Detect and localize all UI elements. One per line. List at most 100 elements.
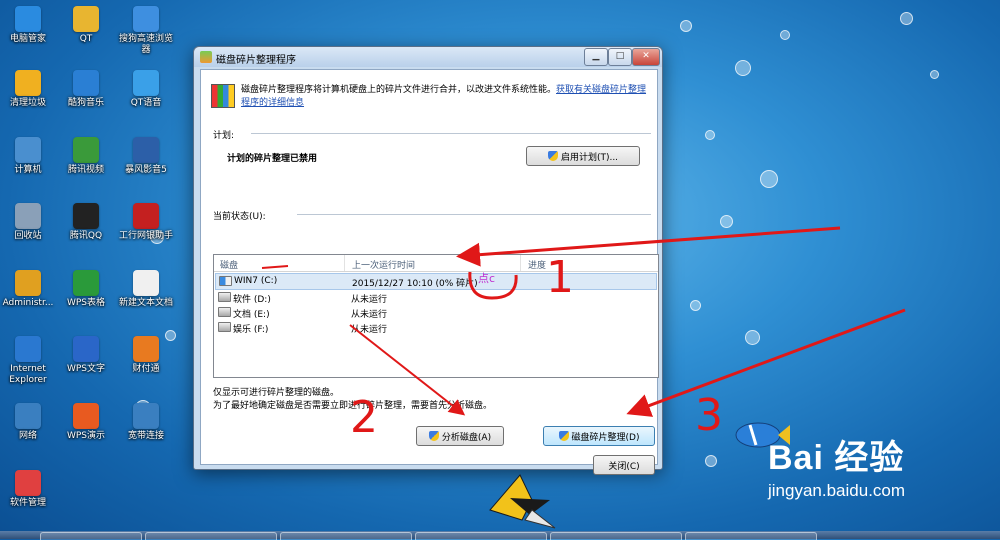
window-description: 磁盘碎片整理程序将计算机硬盘上的碎片文件进行合并，以改进文件系统性能。获取有关磁… [241, 84, 651, 110]
annotation-number-3: 3 [695, 390, 723, 441]
desktop-icon[interactable]: 暴风影音5 [116, 137, 176, 176]
enable-schedule-button[interactable]: 启用计划(T)... [526, 146, 640, 166]
title-bar[interactable]: 磁盘碎片整理程序 ▁ □ ✕ [194, 47, 662, 67]
drive-icon [218, 322, 231, 332]
schedule-label: 计划: [213, 131, 235, 141]
desktop-icon[interactable]: WPS表格 [56, 270, 116, 309]
bubble [690, 300, 701, 311]
desktop-icon[interactable]: 计算机 [0, 137, 58, 176]
desktop-icon-label: 清理垃圾 [9, 98, 46, 108]
current-status-label: 当前状态(U): [213, 212, 266, 222]
disk-name: 文档 (E:) [233, 310, 270, 320]
bubble [760, 170, 778, 188]
desktop-icon-label: 腾讯视频 [67, 165, 104, 175]
defrag-app-icon [200, 51, 212, 63]
desktop-icon[interactable]: 腾讯QQ [56, 203, 116, 242]
uac-shield-icon [547, 151, 558, 161]
desktop-icon[interactable]: 清理垃圾 [0, 70, 58, 109]
bubble [680, 20, 692, 32]
desktop-icon-label: WPS表格 [66, 298, 106, 308]
defrag-disk-button[interactable]: 磁盘碎片整理(D) [543, 426, 655, 446]
desktop-icon[interactable]: 工行网银助手 [116, 203, 176, 242]
desktop-app-icon [15, 203, 41, 229]
desktop-icon[interactable]: WPS文字 [56, 336, 116, 375]
desktop-icon[interactable]: 搜狗高速浏览器 [116, 6, 176, 56]
desktop-icon[interactable]: 新建文本文档 [116, 270, 176, 309]
desktop-icon[interactable]: 财付通 [116, 336, 176, 375]
desktop-icon[interactable]: Administr... [0, 270, 58, 309]
desktop-app-icon [15, 70, 41, 96]
desktop-icon-label: QT [79, 34, 93, 44]
desktop-icon-label: WPS演示 [66, 431, 106, 441]
bubble [720, 215, 733, 228]
analyze-disk-label: 分析磁盘(A) [441, 432, 492, 443]
disk-name: WIN7 (C:) [234, 276, 278, 286]
desktop-icon-label: 回收站 [14, 231, 42, 241]
desktop-icon-label: 计算机 [14, 165, 42, 175]
desktop-app-icon [73, 6, 99, 32]
desktop-icon-label: Internet Explorer [9, 364, 47, 385]
desktop-icon-label: 宽带连接 [127, 431, 164, 441]
disk-row-e[interactable]: 文档 (E:) 从未运行 [215, 305, 657, 320]
col-progress[interactable]: 进度 [528, 258, 546, 271]
desktop-icon-label: 腾讯QQ [69, 231, 103, 241]
desktop-app-icon [133, 270, 159, 296]
disk-row-f[interactable]: 娱乐 (F:) 从未运行 [215, 320, 657, 335]
disk-name: 娱乐 (F:) [233, 325, 269, 335]
close-button[interactable]: 关闭(C) [593, 455, 655, 475]
desktop-icon-label: 软件管理 [9, 498, 46, 508]
minimize-button[interactable]: ▁ [584, 48, 608, 66]
disk-list-header: 磁盘 上一次运行时间 进度 [214, 255, 658, 272]
baidu-url: jingyan.baidu.com [768, 481, 906, 500]
analyze-disk-button[interactable]: 分析磁盘(A) [416, 426, 504, 446]
bubble [900, 12, 913, 25]
col-last-run[interactable]: 上一次运行时间 [352, 258, 415, 271]
desktop-icon[interactable]: Internet Explorer [0, 336, 58, 386]
arrow-to-defrag [626, 308, 906, 417]
column-divider[interactable] [520, 255, 521, 271]
desktop-icon[interactable]: 酷狗音乐 [56, 70, 116, 109]
desktop-icon[interactable]: 网络 [0, 403, 58, 442]
disk-row-d[interactable]: 软件 (D:) 从未运行 [215, 290, 657, 305]
note-analyze-first: 为了最好地确定磁盘是否需要立即进行碎片整理，需要首先分析磁盘。 [213, 401, 493, 411]
column-divider[interactable] [344, 255, 345, 271]
col-disk[interactable]: 磁盘 [220, 258, 238, 271]
disk-name: 软件 (D:) [233, 295, 271, 305]
desktop-icon[interactable]: QT语音 [116, 70, 176, 109]
desktop-icon[interactable]: 电脑管家 [0, 6, 58, 45]
defrag-window: 磁盘碎片整理程序 ▁ □ ✕ 磁盘碎片整理程序将计算机硬盘上的碎片文件进行合并，… [193, 46, 663, 475]
desktop-icon-label: 网络 [18, 431, 37, 441]
window-client-area: 磁盘碎片整理程序将计算机硬盘上的碎片文件进行合并，以改进文件系统性能。获取有关磁… [200, 69, 659, 475]
disk-last-run: 从未运行 [351, 295, 388, 305]
desktop-icon-label: 新建文本文档 [118, 298, 173, 308]
description-text: 磁盘碎片整理程序将计算机硬盘上的碎片文件进行合并，以改进文件系统性能。 [241, 85, 557, 95]
desktop-icon[interactable]: 腾讯视频 [56, 137, 116, 176]
desktop-app-icon [15, 403, 41, 429]
disk-row-c[interactable]: WIN7 (C:) 2015/12/27 10:10 (0% 碎片) [215, 273, 657, 290]
uac-shield-icon [558, 431, 569, 441]
desktop-icon[interactable]: WPS演示 [56, 403, 116, 442]
baidu-brand: Bai 经验 [768, 439, 905, 477]
disk-list[interactable]: 磁盘 上一次运行时间 进度 WIN7 (C:) 2015/12/27 10:10… [213, 254, 659, 378]
close-window-button[interactable]: ✕ [632, 48, 660, 66]
desktop-app-icon [73, 336, 99, 362]
desktop-app-icon [133, 70, 159, 96]
divider [297, 214, 651, 215]
uac-shield-icon [428, 431, 439, 441]
desktop-app-icon [15, 6, 41, 32]
fish-decoration [489, 474, 556, 529]
system-drive-icon [219, 276, 232, 286]
desktop-icon[interactable]: 软件管理 [0, 470, 58, 509]
desktop-icon[interactable]: QT [56, 6, 116, 45]
maximize-button[interactable]: □ [608, 48, 632, 66]
defrag-disk-label: 磁盘碎片整理(D) [571, 432, 640, 443]
desktop-app-icon [133, 137, 159, 163]
schedule-status: 计划的碎片整理已禁用 [227, 154, 318, 164]
desktop-icon[interactable]: 回收站 [0, 203, 58, 242]
desktop-icon-label: 工行网银助手 [118, 231, 173, 241]
desktop-icon[interactable]: 宽带连接 [116, 403, 176, 442]
desktop-app-icon [73, 70, 99, 96]
desktop-app-icon [133, 203, 159, 229]
desktop-app-icon [15, 270, 41, 296]
desktop-icon-label: 酷狗音乐 [67, 98, 104, 108]
